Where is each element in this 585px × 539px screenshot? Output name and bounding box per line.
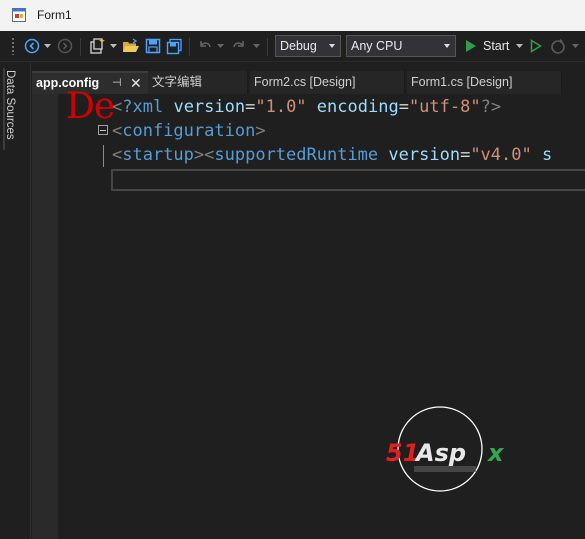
close-icon[interactable]: ✕ xyxy=(130,73,142,93)
navigate-forward-icon[interactable] xyxy=(55,35,75,57)
xml-attribute: s xyxy=(541,145,553,165)
window-title: Form1 xyxy=(37,8,72,22)
hot-reload-dropdown-icon[interactable] xyxy=(570,35,580,57)
save-icon[interactable] xyxy=(143,35,163,57)
xml-tag: configuration xyxy=(122,121,256,141)
code-line-1[interactable]: <?xml version="1.0" encoding="utf-8"?> xyxy=(112,95,501,119)
xml-bracket: ?> xyxy=(480,97,502,117)
document-tab-bar: app.config ⊣ ✕ 文字编辑 Form2.cs [Design] Fo… xyxy=(32,71,585,94)
xml-attribute: version xyxy=(173,97,246,117)
xml-bracket: < xyxy=(112,145,123,165)
form-app-icon xyxy=(12,8,26,22)
toolbar-separator xyxy=(267,38,268,56)
tab-form2-design[interactable]: Form2.cs [Design] xyxy=(250,71,405,94)
solution-configuration-select[interactable]: Debug xyxy=(275,35,341,57)
solution-platform-select[interactable]: Any CPU xyxy=(346,35,456,57)
navigate-back-dropdown-icon[interactable] xyxy=(42,35,52,57)
new-item-icon[interactable] xyxy=(86,35,108,57)
undo-icon[interactable] xyxy=(195,35,215,57)
fold-guide-line xyxy=(103,145,104,167)
watermark-tagline xyxy=(414,466,476,472)
code-line-3[interactable]: <startup><supportedRuntime version="v4.0… xyxy=(112,143,552,167)
xml-value: "utf-8" xyxy=(408,97,481,117)
chevron-down-icon xyxy=(329,44,335,48)
xml-bracket: > xyxy=(255,121,266,141)
start-without-debugging-icon[interactable] xyxy=(527,35,545,57)
start-dropdown-icon[interactable] xyxy=(514,35,524,57)
chevron-down-icon xyxy=(444,44,450,48)
undo-dropdown-icon[interactable] xyxy=(215,35,225,57)
watermark-51: 51 xyxy=(386,439,419,467)
xml-equals: = xyxy=(398,97,409,117)
xml-bracket: >< xyxy=(193,145,215,165)
tab-label: Form2.cs [Design] xyxy=(254,75,356,89)
current-line-highlight[interactable] xyxy=(111,169,585,191)
solution-platform-value: Any CPU xyxy=(351,39,403,53)
xml-equals: = xyxy=(245,97,256,117)
title-bar: Form1 xyxy=(0,0,585,31)
xml-tag: supportedRuntime xyxy=(214,145,379,165)
tab-label: 文字编辑 xyxy=(152,75,203,89)
overlay-text: De xyxy=(66,86,115,127)
watermark-x: x xyxy=(487,439,505,467)
start-button-label[interactable]: Start xyxy=(483,39,509,53)
save-all-icon[interactable] xyxy=(164,35,184,57)
xml-declaration: ?xml xyxy=(122,97,164,117)
xml-value: "1.0" xyxy=(255,97,307,117)
hot-reload-icon[interactable] xyxy=(548,35,570,57)
code-line-2[interactable]: <configuration> xyxy=(112,119,266,143)
xml-value: "v4.0" xyxy=(470,145,532,165)
tab-form1-design[interactable]: Form1.cs [Design] xyxy=(407,71,562,94)
watermark-aspx: Asp xyxy=(414,439,466,467)
navigate-back-icon[interactable] xyxy=(22,35,42,57)
toolbar-separator xyxy=(189,38,190,56)
watermark-logo: 51 Asp x xyxy=(386,406,505,492)
open-folder-icon[interactable] xyxy=(121,35,141,57)
start-play-icon[interactable] xyxy=(462,35,480,57)
data-sources-tab[interactable]: Data Sources xyxy=(4,70,16,140)
editor-margin xyxy=(32,94,58,539)
redo-dropdown-icon[interactable] xyxy=(251,35,261,57)
xml-tag: startup xyxy=(122,145,194,165)
tab-text-edit[interactable]: 文字编辑 xyxy=(148,71,248,94)
redo-icon[interactable] xyxy=(229,35,249,57)
toolbar-grip[interactable] xyxy=(11,37,15,55)
solution-configuration-value: Debug xyxy=(280,39,317,53)
xml-equals: = xyxy=(460,145,471,165)
toolbar-separator xyxy=(80,38,81,56)
new-item-dropdown-icon[interactable] xyxy=(108,35,118,57)
xml-attribute: version xyxy=(388,145,461,165)
tab-label: Form1.cs [Design] xyxy=(411,75,513,89)
xml-attribute: encoding xyxy=(316,97,399,117)
